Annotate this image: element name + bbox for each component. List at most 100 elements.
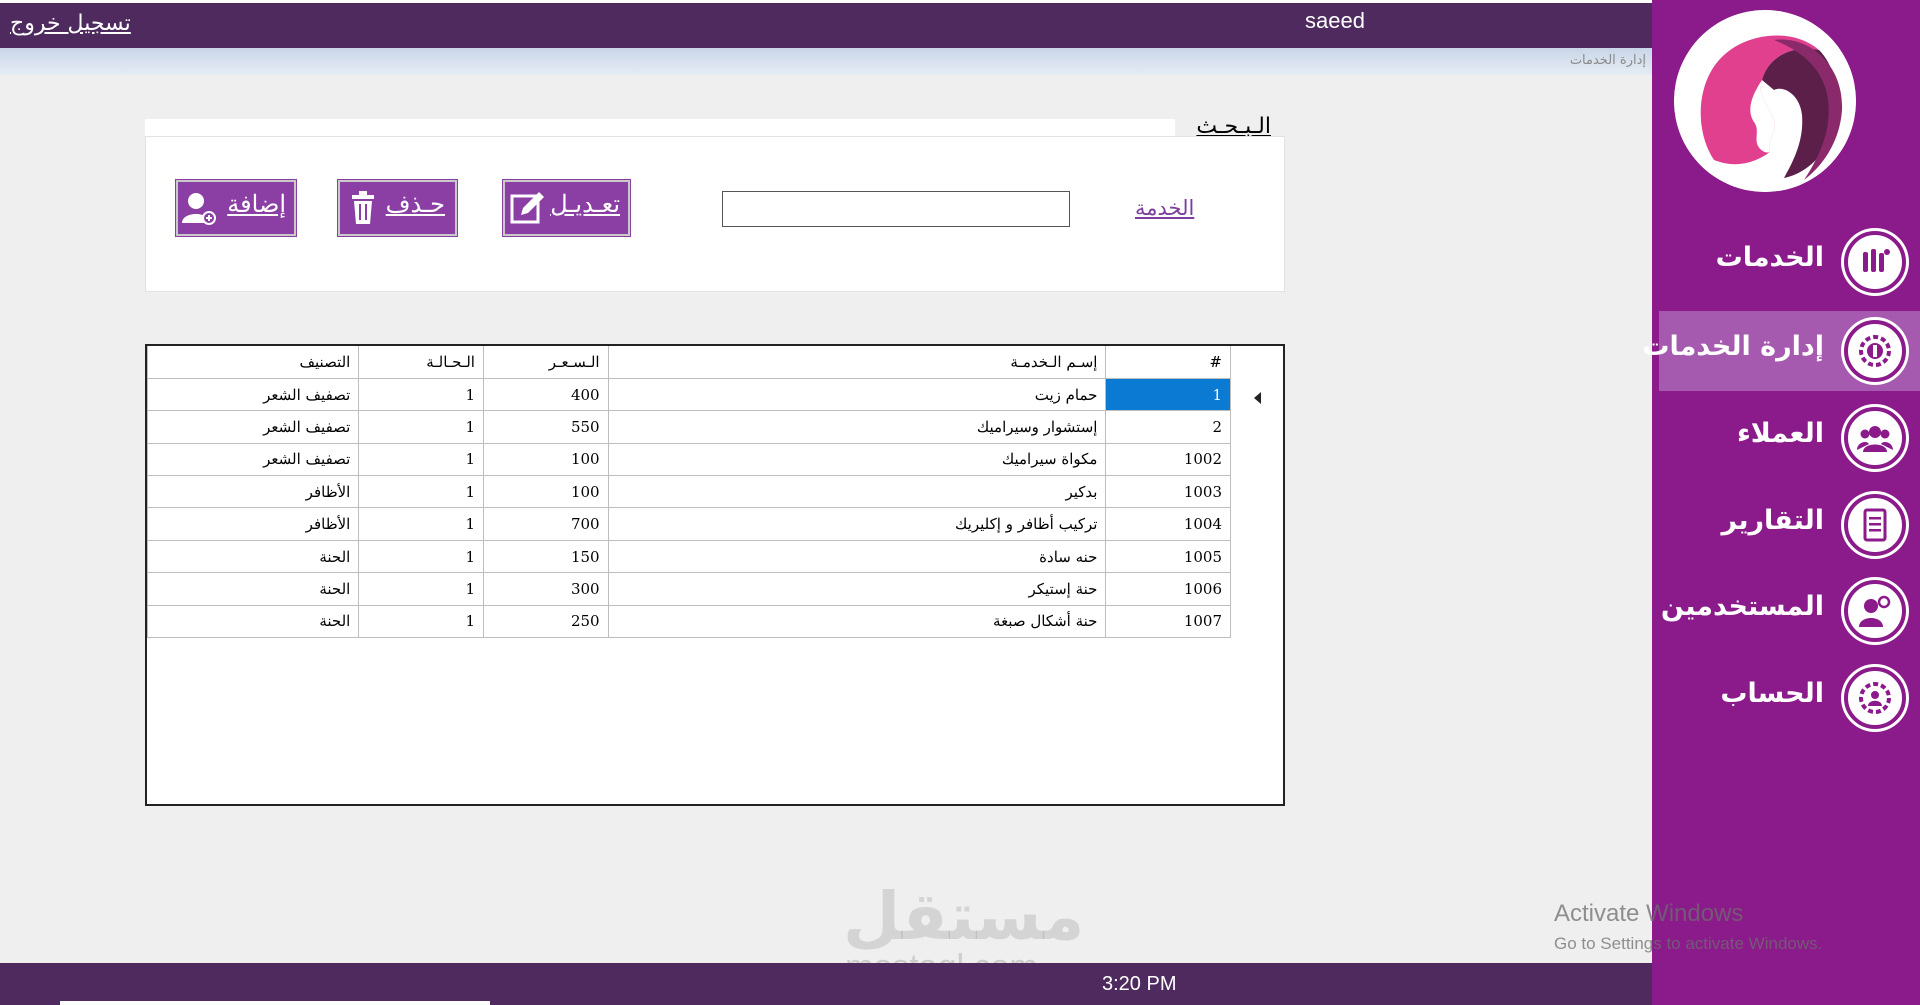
gear-brush-icon bbox=[1844, 320, 1906, 382]
cell-status[interactable]: 1 bbox=[358, 604, 484, 639]
sidebar-item-services-management[interactable]: إدارة الخدمات bbox=[1642, 311, 1920, 391]
cell-service-name[interactable]: حنة أشكال صبغة bbox=[607, 604, 1107, 639]
report-document-icon bbox=[1844, 494, 1906, 556]
cell-category[interactable]: تصفيف الشعر bbox=[146, 442, 360, 477]
cell-service-name[interactable]: بدكير bbox=[607, 475, 1107, 509]
cell-id[interactable]: 1003 bbox=[1105, 475, 1231, 509]
services-table: # إسـم الـخدمـة الـسـعـر الـحـالـة التصن… bbox=[146, 346, 1231, 639]
sidebar-item-customers[interactable]: العملاء bbox=[1659, 398, 1920, 478]
edit-button[interactable]: تعـديـل bbox=[502, 179, 631, 237]
column-header-id[interactable]: # bbox=[1105, 346, 1231, 379]
trash-icon bbox=[352, 191, 374, 224]
windows-activation-notice: Activate Windows Go to Settings to activ… bbox=[1554, 900, 1822, 954]
cell-service-name[interactable]: مكواة سيراميك bbox=[607, 442, 1107, 477]
table-header-row: # إسـم الـخدمـة الـسـعـر الـحـالـة التصن… bbox=[146, 346, 1231, 379]
username-label: saeed bbox=[1305, 8, 1365, 33]
table-row[interactable]: 1007 حنة أشكال صبغة 250 1 الحنة bbox=[146, 604, 1231, 639]
sidebar: الخدمات إدارة الخدمات العملاء التقارير ا… bbox=[1642, 0, 1920, 1005]
cell-status[interactable]: 1 bbox=[358, 539, 484, 574]
cell-category[interactable]: تصفيف الشعر bbox=[146, 410, 360, 444]
cell-id[interactable]: 1002 bbox=[1105, 442, 1231, 477]
cell-category[interactable]: الحنة bbox=[146, 572, 360, 606]
add-user-icon bbox=[182, 193, 216, 225]
users-icon bbox=[1844, 580, 1906, 642]
cell-category[interactable]: الأظافر bbox=[146, 507, 360, 541]
table-row[interactable]: 1006 حنة إستيكر 300 1 الحنة bbox=[146, 572, 1231, 606]
cell-price[interactable]: 100 bbox=[482, 475, 609, 509]
makeup-brushes-icon bbox=[1844, 231, 1906, 293]
cell-service-name[interactable]: حمام زيت bbox=[607, 377, 1107, 412]
sidebar-item-label: الحساب bbox=[1720, 678, 1824, 709]
table-row[interactable]: 1003 بدكير 100 1 الأظافر bbox=[146, 475, 1231, 509]
table-row[interactable]: 1002 مكواة سيراميك 100 1 تصفيف الشعر bbox=[146, 442, 1231, 477]
column-header-category[interactable]: التصنيف bbox=[146, 346, 360, 379]
column-header-status[interactable]: الـحـالـة bbox=[358, 346, 484, 379]
cell-id[interactable]: 1007 bbox=[1105, 604, 1231, 639]
cell-status[interactable]: 1 bbox=[358, 507, 484, 541]
edit-button-label: تعـديـل bbox=[550, 191, 620, 218]
breadcrumb: إدارة الخدمات bbox=[1569, 53, 1646, 68]
sidebar-item-account[interactable]: الحساب bbox=[1659, 658, 1920, 738]
sidebar-item-label: العملاء bbox=[1736, 418, 1824, 449]
services-grid[interactable]: # إسـم الـخدمـة الـسـعـر الـحـالـة التصن… bbox=[145, 344, 1285, 806]
cell-status[interactable]: 1 bbox=[358, 377, 484, 412]
delete-button[interactable]: حـذف bbox=[337, 179, 458, 237]
cell-id[interactable]: 1005 bbox=[1105, 539, 1231, 574]
current-row-arrow-icon bbox=[1254, 392, 1261, 404]
cell-category[interactable]: الحنة bbox=[146, 604, 360, 639]
cell-service-name[interactable]: إستشوار وسيراميك bbox=[607, 410, 1107, 444]
service-field-label[interactable]: الخدمة bbox=[1135, 196, 1194, 220]
cell-price[interactable]: 250 bbox=[482, 604, 609, 639]
cell-price[interactable]: 400 bbox=[482, 377, 609, 412]
sidebar-item-users[interactable]: المستخدمين bbox=[1659, 571, 1920, 651]
table-row[interactable]: 2 إستشوار وسيراميك 550 1 تصفيف الشعر bbox=[146, 410, 1231, 444]
cell-category[interactable]: الحنة bbox=[146, 539, 360, 574]
sidebar-item-services[interactable]: الخدمات bbox=[1659, 222, 1920, 302]
add-button[interactable]: إضافة bbox=[175, 179, 297, 237]
cell-price[interactable]: 550 bbox=[482, 410, 609, 444]
column-header-service-name[interactable]: إسـم الـخدمـة bbox=[607, 346, 1107, 379]
status-bar: 3:20 PM bbox=[0, 963, 1652, 1005]
cell-status[interactable]: 1 bbox=[358, 572, 484, 606]
cell-service-name[interactable]: حنه سادة bbox=[607, 539, 1107, 574]
logout-link[interactable]: تسجيل خروج bbox=[10, 11, 131, 36]
activation-title: Activate Windows bbox=[1554, 900, 1744, 927]
cell-price[interactable]: 300 bbox=[482, 572, 609, 606]
table-row[interactable]: 1005 حنه سادة 150 1 الحنة bbox=[146, 539, 1231, 574]
cell-status[interactable]: 1 bbox=[358, 475, 484, 509]
sidebar-item-label: إدارة الخدمات bbox=[1642, 331, 1824, 362]
table-row[interactable]: 1 حمام زيت 400 1 تصفيف الشعر bbox=[146, 377, 1231, 412]
activation-subtitle: Go to Settings to activate Windows. bbox=[1554, 934, 1823, 953]
customers-group-icon bbox=[1844, 407, 1906, 469]
cell-price[interactable]: 150 bbox=[482, 539, 609, 574]
salon-logo bbox=[1674, 10, 1856, 192]
search-panel-top bbox=[145, 119, 1175, 136]
cell-category[interactable]: الأظافر bbox=[146, 475, 360, 509]
table-row[interactable]: 1004 تركيب أظافر و إكليريك 700 1 الأظافر bbox=[146, 507, 1231, 541]
service-search-input[interactable] bbox=[722, 191, 1070, 227]
cell-status[interactable]: 1 bbox=[358, 410, 484, 444]
delete-button-label: حـذف bbox=[385, 191, 445, 218]
cell-category[interactable]: تصفيف الشعر bbox=[146, 377, 360, 412]
search-panel bbox=[145, 136, 1285, 292]
account-gear-icon bbox=[1844, 667, 1906, 729]
cell-id[interactable]: 1 bbox=[1105, 377, 1231, 412]
column-header-price[interactable]: الـسـعـر bbox=[482, 346, 609, 379]
cell-service-name[interactable]: حنة إستيكر bbox=[607, 572, 1107, 606]
sidebar-item-label: التقارير bbox=[1721, 505, 1824, 536]
mostaql-watermark-arabic: مستقل bbox=[843, 878, 1085, 955]
cell-id[interactable]: 1004 bbox=[1105, 507, 1231, 541]
cell-price[interactable]: 100 bbox=[482, 442, 609, 477]
cell-service-name[interactable]: تركيب أظافر و إكليريك bbox=[607, 507, 1107, 541]
cell-id[interactable]: 1006 bbox=[1105, 572, 1231, 606]
add-button-label: إضافة bbox=[227, 191, 286, 218]
cell-status[interactable]: 1 bbox=[358, 442, 484, 477]
cell-price[interactable]: 700 bbox=[482, 507, 609, 541]
cell-id[interactable]: 2 bbox=[1105, 410, 1231, 444]
top-bar: تسجيل خروج saeed bbox=[0, 0, 1652, 48]
clock-label: 3:20 PM bbox=[1102, 973, 1177, 995]
sidebar-item-reports[interactable]: التقارير bbox=[1659, 485, 1920, 565]
sidebar-item-label: الخدمات bbox=[1715, 242, 1824, 273]
woman-profile-logo-icon bbox=[1674, 10, 1856, 192]
status-bar-divider bbox=[60, 1001, 490, 1005]
